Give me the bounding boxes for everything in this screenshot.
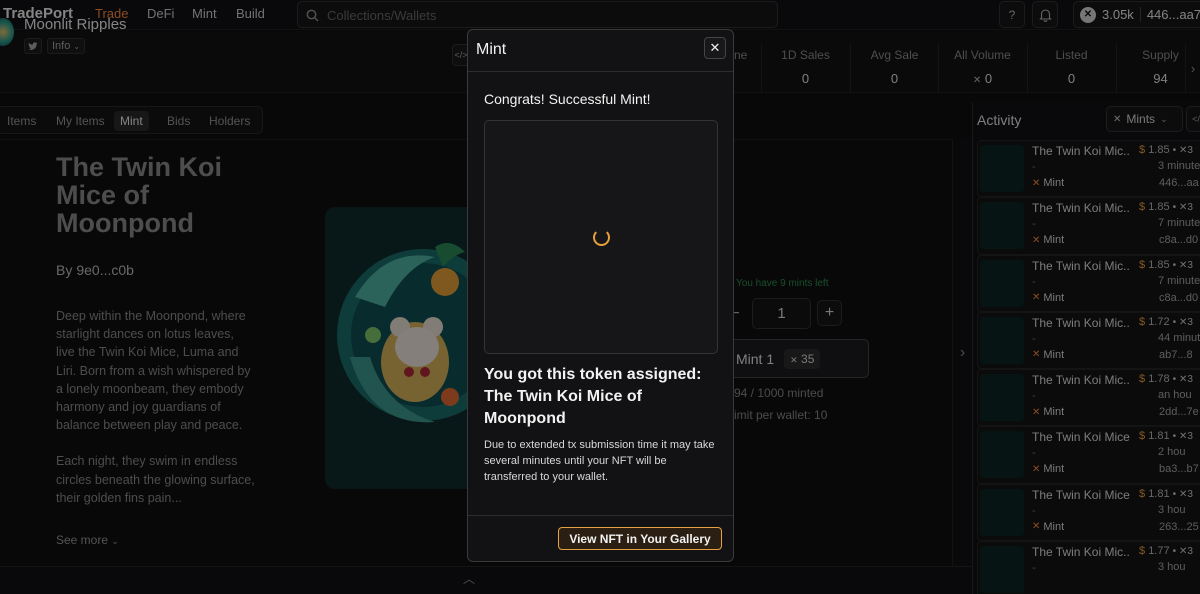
loading-spinner-icon xyxy=(593,229,610,246)
transfer-notice: Due to extended tx submission time it ma… xyxy=(484,439,715,483)
close-icon: ✕ xyxy=(709,40,721,55)
mint-success-modal: Mint ✕ Congrats! Successful Mint! You go… xyxy=(467,29,734,562)
modal-close-button[interactable]: ✕ xyxy=(704,37,726,59)
view-gallery-button[interactable]: View NFT in Your Gallery xyxy=(558,527,722,550)
modal-footer: View NFT in Your Gallery xyxy=(468,515,733,561)
modal-title: Mint xyxy=(476,41,507,58)
congrats-message: Congrats! Successful Mint! xyxy=(484,91,651,107)
nft-preview-box xyxy=(484,120,718,354)
modal-header: Mint ✕ xyxy=(468,30,733,72)
assigned-token-heading: You got this token assigned: The Twin Ko… xyxy=(484,366,702,427)
